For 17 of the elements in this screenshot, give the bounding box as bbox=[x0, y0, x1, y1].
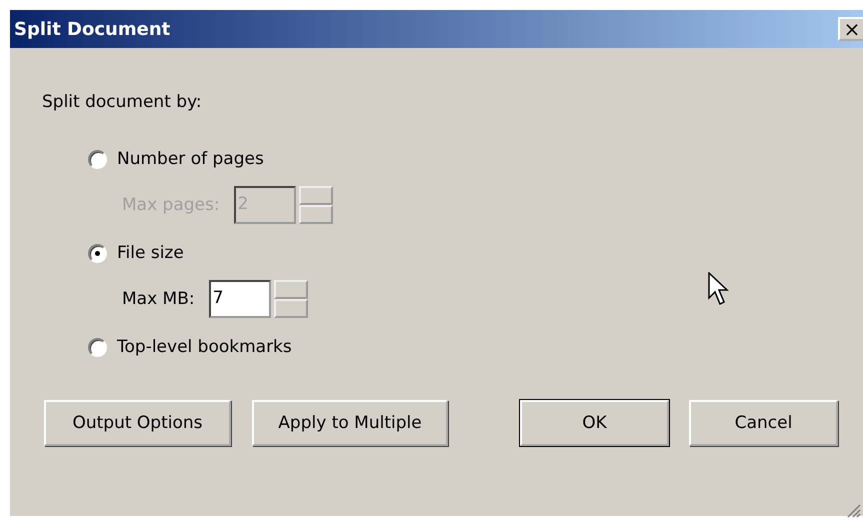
dialog-button[interactable]: Apply to Multiple bbox=[252, 400, 448, 446]
radio-button[interactable] bbox=[88, 244, 107, 262]
radio-button[interactable] bbox=[88, 338, 107, 356]
prompt-label: Split document by: bbox=[42, 92, 203, 112]
radio-label[interactable]: Number of pages bbox=[117, 149, 264, 169]
radio-label[interactable]: Top-level bookmarks bbox=[117, 337, 292, 357]
dialog-button[interactable]: Cancel bbox=[689, 400, 838, 446]
radio-button[interactable] bbox=[88, 150, 107, 168]
number-field[interactable]: 7 bbox=[208, 280, 271, 318]
window-title: Split Document bbox=[14, 18, 170, 40]
field-label: Max MB: bbox=[122, 289, 195, 309]
dialog-button[interactable]: OK bbox=[520, 400, 669, 446]
radio-label[interactable]: File size bbox=[117, 243, 184, 263]
resize-grip-icon[interactable] bbox=[845, 502, 861, 518]
dialog-button[interactable]: Output Options bbox=[44, 400, 231, 446]
cursor-icon bbox=[708, 272, 730, 308]
close-button[interactable]: × bbox=[838, 17, 863, 41]
